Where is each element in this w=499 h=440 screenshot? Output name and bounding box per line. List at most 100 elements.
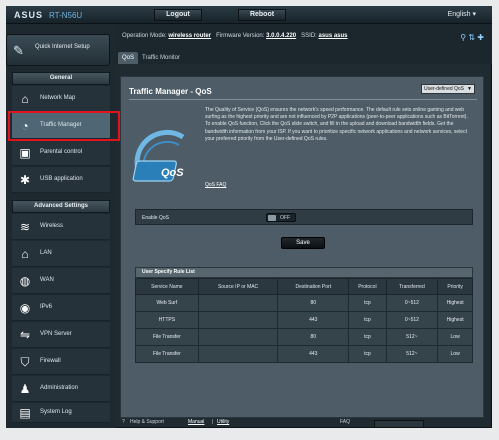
firmware-link[interactable]: 3.0.0.4.220: [266, 33, 296, 39]
table-cell: File Transfer: [135, 328, 199, 346]
table-cell: 80: [277, 328, 350, 346]
table-cell: 512~: [385, 345, 439, 363]
column-header: Destination Port: [277, 278, 350, 295]
table-cell: tcp: [348, 294, 387, 312]
table-cell: tcp: [348, 311, 387, 329]
page-title: Traffic Manager - QoS: [129, 87, 212, 96]
sidebar-item-usb-application[interactable]: ✱ USB application: [12, 167, 110, 193]
sidebar-item-label: Wireless: [40, 223, 64, 229]
table-cell: 80: [277, 294, 350, 312]
sidebar-item-vpn-server[interactable]: ⇋ VPN Server: [12, 322, 110, 348]
status-icons: ⚲ ⇅ ✚: [460, 33, 484, 42]
sidebar-item-administration[interactable]: ♟ Administration: [12, 376, 110, 402]
gauge-text: QoS: [161, 167, 184, 179]
qos-gauge-icon: QoS: [132, 129, 185, 182]
table-cell: File Transfer: [135, 345, 199, 363]
table-cell: Web Surf: [135, 294, 199, 312]
column-header: Service Name: [135, 278, 199, 295]
usb-icon: ✱: [19, 173, 31, 187]
sidebar-item-label: VPN Server: [40, 331, 72, 337]
column-header: Transferred: [385, 278, 439, 295]
table-cell: tcp: [348, 345, 387, 363]
info-bar: Operation Mode: wireless router Firmware…: [116, 24, 492, 50]
tab-bar: QoS Traffic Monitor: [116, 50, 492, 64]
usb-status-icon[interactable]: ⚲: [460, 33, 466, 42]
table-cell: [197, 345, 279, 363]
help-support-label: Help & Support: [130, 419, 164, 425]
qos-type-select[interactable]: User-defined QoS ▼: [421, 84, 475, 94]
network-status-icon[interactable]: ✚: [477, 33, 484, 42]
table-cell: 0~512: [385, 311, 439, 329]
toggle-state: OFF: [280, 215, 290, 221]
title-divider: [129, 99, 477, 100]
wireless-icon: ≋: [19, 220, 31, 234]
column-header: Priority: [437, 278, 473, 295]
opmode-label: Operation Mode:: [122, 33, 167, 39]
sidebar-item-label: System Log: [40, 409, 72, 415]
wifi-status-icon[interactable]: ⇅: [468, 33, 475, 42]
table-row[interactable]: Web Surf 80 tcp 0~512 Highest: [135, 294, 473, 312]
opmode-link[interactable]: wireless router: [168, 33, 211, 39]
sidebar-item-parental-control[interactable]: ▣ Parental control: [12, 140, 110, 166]
sidebar-item-label: Parental control: [40, 149, 83, 155]
quick-setup-button[interactable]: ✎ Quick Internet Setup: [6, 34, 110, 66]
table-cell: Low: [437, 328, 473, 346]
main-panel: Traffic Manager - QoS User-defined QoS ▼…: [120, 76, 484, 418]
magic-wand-icon: ✎: [13, 43, 24, 58]
rule-list-title: User Specify Rule List: [135, 267, 473, 278]
globe-icon: ◍: [19, 274, 31, 288]
shield-icon: ⛉: [20, 355, 30, 369]
sidebar-item-label: LAN: [40, 250, 52, 256]
table-cell: 512~: [385, 328, 439, 346]
asus-logo: ASUS RT-N56U: [14, 10, 82, 20]
sidebar-item-label: Firewall: [40, 358, 61, 364]
sidebar-item-lan[interactable]: ⌂ LAN: [12, 241, 110, 267]
highlight-box: [8, 111, 120, 141]
enable-qos-row: Enable QoS OFF: [135, 209, 473, 225]
reboot-button[interactable]: Reboot: [238, 9, 286, 21]
qos-toggle-switch[interactable]: OFF: [266, 213, 296, 222]
qos-type-value: User-defined QoS: [424, 86, 465, 92]
brand-text: ASUS: [14, 10, 44, 20]
table-cell: 0~512: [385, 294, 439, 312]
tab-traffic-monitor[interactable]: Traffic Monitor: [138, 52, 184, 64]
save-button[interactable]: Save: [281, 237, 325, 249]
table-row[interactable]: File Transfer 443 tcp 512~ Low: [135, 345, 473, 363]
footer-separator: |: [212, 419, 214, 425]
sidebar-item-firewall[interactable]: ⛉ Firewall: [12, 349, 110, 375]
faq-label: FAQ: [340, 419, 351, 425]
model-text: RT-N56U: [49, 11, 83, 20]
sidebar-item-wireless[interactable]: ≋ Wireless: [12, 214, 110, 240]
chevron-down-icon: ▼: [467, 86, 472, 92]
table-cell: [197, 328, 279, 346]
table-row[interactable]: File Transfer 80 tcp 512~ Low: [135, 328, 473, 346]
sidebar-item-system-log[interactable]: ▤ System Log: [12, 403, 110, 423]
language-select[interactable]: English ▾: [448, 10, 476, 18]
table-cell: Low: [437, 345, 473, 363]
sidebar-item-ipv6[interactable]: ◉ IPv6: [12, 295, 110, 321]
table-cell: 443: [277, 345, 350, 363]
sidebar-item-label: Administration: [40, 385, 79, 391]
firmware-label: Firmware Version:: [216, 33, 265, 39]
rule-list-table: Service Name Source IP or MAC Destinatio…: [135, 278, 473, 363]
utility-link[interactable]: Utility: [217, 419, 229, 425]
sidebar-item-wan[interactable]: ◍ WAN: [12, 268, 110, 294]
system-log-icon: ▤: [19, 406, 31, 420]
column-header: Protocol: [348, 278, 387, 295]
sidebar-item-label: IPv6: [40, 304, 53, 310]
tab-qos[interactable]: QoS: [118, 52, 139, 64]
manual-link[interactable]: Manual: [188, 419, 204, 425]
logout-button[interactable]: Logout: [154, 9, 202, 21]
footer: ? Help & Support Manual | Utility FAQ: [116, 418, 492, 428]
table-cell: Highest: [437, 311, 473, 329]
ipv6-globe-icon: ◉: [19, 301, 31, 315]
lock-icon: ▣: [19, 146, 31, 160]
table-cell: tcp: [348, 328, 387, 346]
table-row[interactable]: HTTPS 443 tcp 0~512 Highest: [135, 311, 473, 329]
vpn-icon: ⇋: [19, 328, 31, 342]
sidebar-item-label: Network Map: [40, 95, 76, 101]
faq-search-input[interactable]: [374, 420, 424, 428]
sidebar-item-network-map[interactable]: ⌂ Network Map: [12, 86, 110, 112]
home-icon: ⌂: [21, 247, 29, 261]
qos-faq-link[interactable]: QoS FAQ: [205, 182, 226, 188]
